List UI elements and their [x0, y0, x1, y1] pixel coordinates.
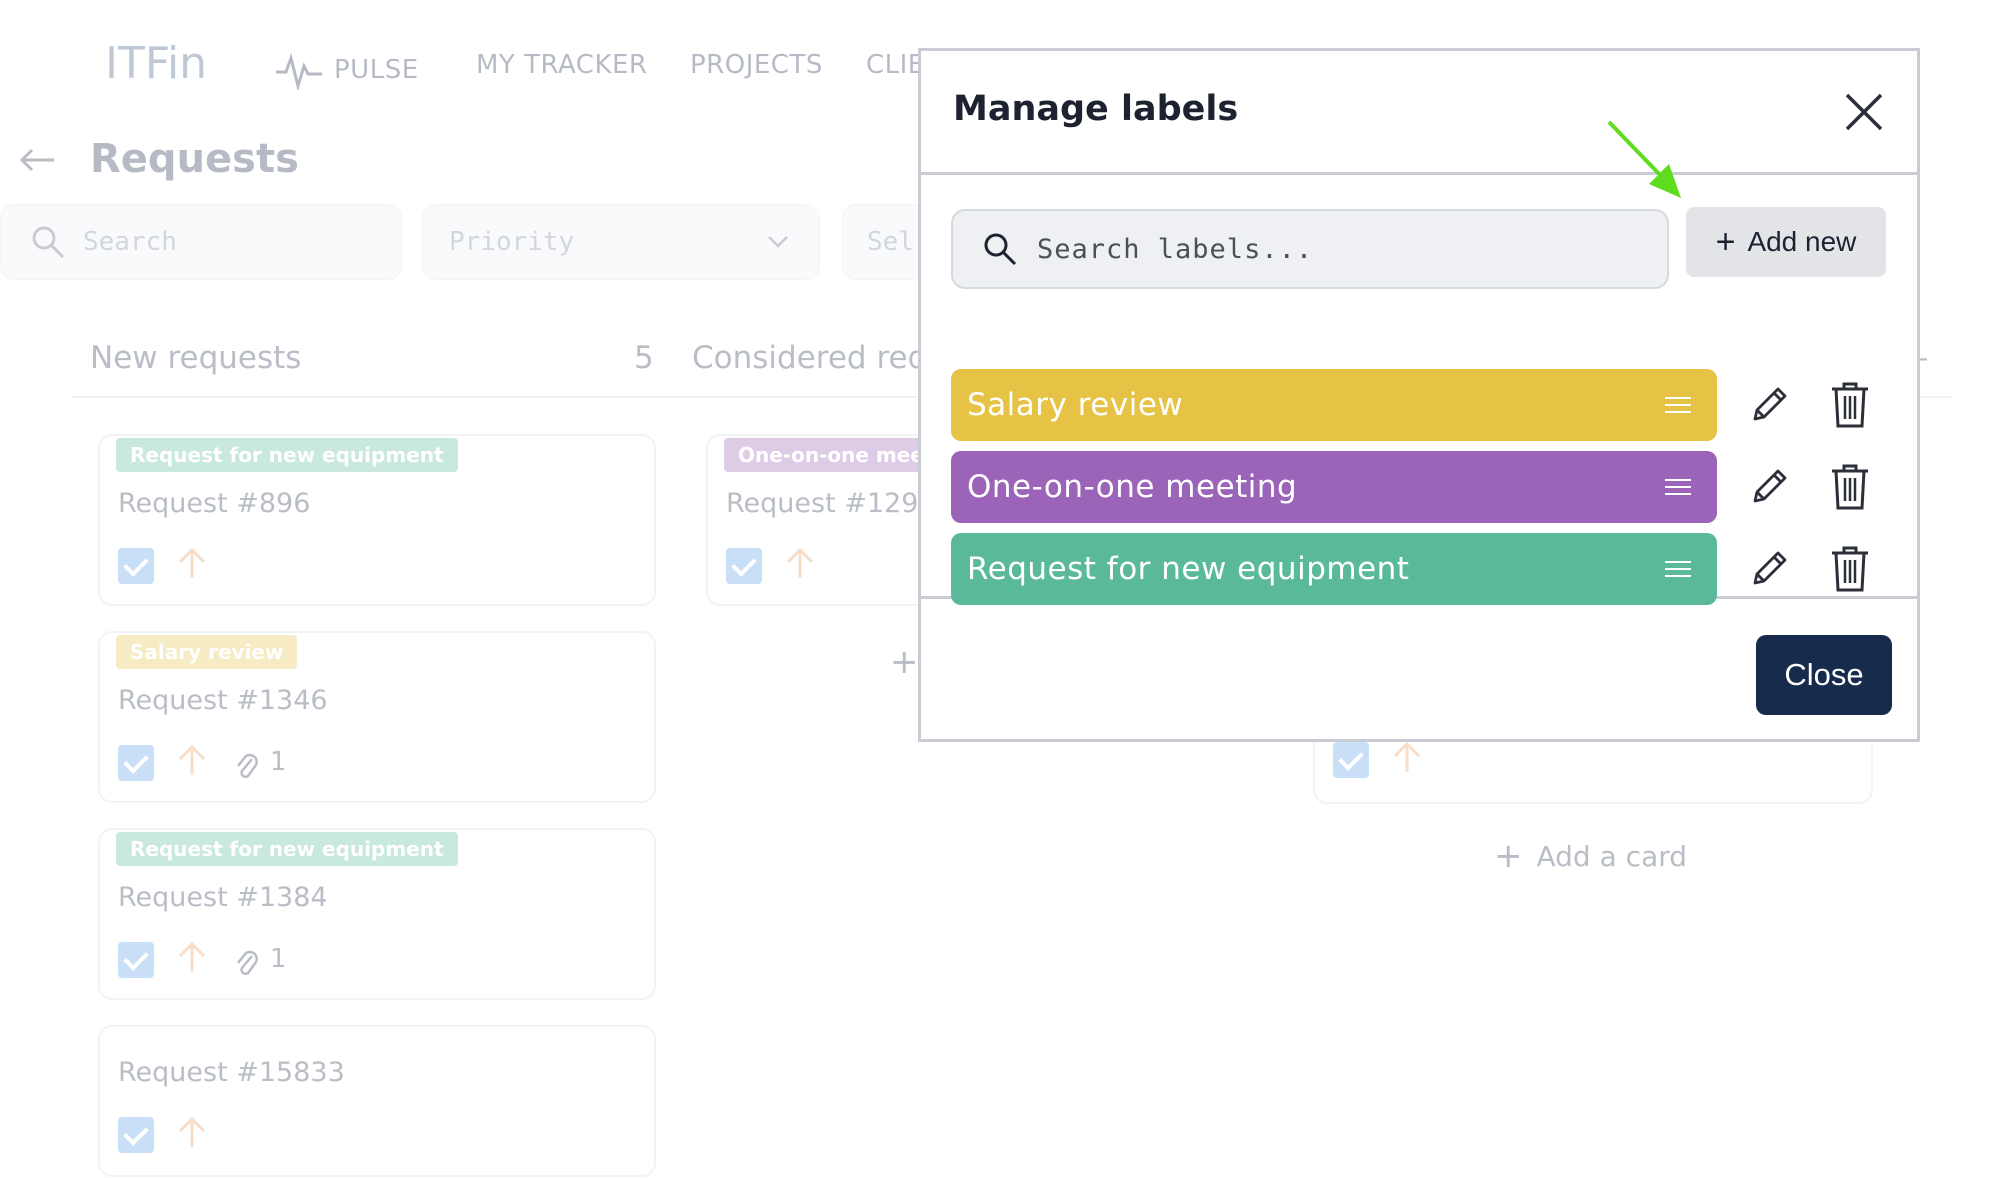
edit-pencil-icon[interactable] — [1747, 465, 1791, 509]
nav-my-tracker[interactable]: MY TRACKER — [476, 50, 648, 80]
dialog-header: Manage labels — [921, 51, 1917, 175]
label-name: Request for new equipment — [967, 551, 1410, 587]
nav-projects[interactable]: PROJECTS — [690, 50, 823, 80]
card-label: One-on-one meeting — [724, 438, 944, 472]
column-count: 5 — [634, 340, 654, 376]
add-card-label: Add a card — [1536, 839, 1688, 873]
request-card[interactable]: Salary review Request #1346 1 — [98, 631, 656, 803]
status-placeholder: Sel — [867, 227, 914, 257]
plus-icon: + — [1494, 836, 1523, 876]
checkbox-icon[interactable] — [118, 942, 154, 978]
priority-up-icon — [178, 547, 206, 578]
card-title: Request #1296 — [726, 488, 936, 519]
checkbox-icon[interactable] — [118, 548, 154, 584]
trash-icon[interactable] — [1829, 381, 1871, 429]
green-pointer-arrow-icon — [1607, 120, 1681, 198]
dialog-title: Manage labels — [953, 89, 1239, 129]
priority-select[interactable]: Priority — [422, 204, 820, 280]
paperclip-icon — [237, 753, 258, 779]
priority-up-icon — [178, 1116, 206, 1147]
request-card[interactable]: Request for new equipment Request #896 — [98, 434, 656, 606]
column-title: Considered requ — [692, 340, 922, 376]
card-title: Request #15833 — [118, 1057, 345, 1088]
request-card[interactable]: Request #15833 — [98, 1025, 656, 1177]
priority-up-icon — [178, 744, 206, 775]
priority-up-icon — [786, 547, 814, 578]
priority-placeholder: Priority — [449, 227, 575, 257]
back-arrow-icon[interactable] — [18, 145, 58, 175]
board-search-input[interactable]: Search — [0, 204, 402, 280]
nav-clients[interactable]: CLIE — [866, 50, 918, 80]
label-pill-request-for-new-equipment[interactable]: Request for new equipment — [951, 533, 1717, 605]
search-icon — [984, 233, 1017, 266]
search-icon — [32, 226, 65, 259]
close-button[interactable]: Close — [1756, 635, 1892, 715]
edit-pencil-icon[interactable] — [1747, 547, 1791, 591]
trash-icon[interactable] — [1829, 545, 1871, 593]
dialog-body: + Add new Salary review One-on-one meeti… — [921, 175, 1917, 605]
add-new-label: Add new — [1747, 226, 1857, 257]
label-search-input[interactable] — [1037, 233, 1637, 265]
pulse-icon — [276, 52, 322, 90]
label-pill-one-on-one-meeting[interactable]: One-on-one meeting — [951, 451, 1717, 523]
add-new-label-button[interactable]: + Add new — [1686, 207, 1886, 277]
attachment-count: 1 — [270, 944, 287, 974]
drag-handle-icon[interactable] — [1665, 479, 1691, 495]
attachment-count: 1 — [270, 747, 287, 777]
app-logo[interactable]: ITFin — [105, 38, 207, 89]
label-row: Request for new equipment — [951, 533, 1869, 605]
card-title: Request #896 — [118, 488, 311, 519]
page-title: Requests — [90, 136, 299, 182]
trash-icon[interactable] — [1829, 463, 1871, 511]
paperclip-icon — [237, 950, 258, 976]
nav-pulse[interactable]: PULSE — [276, 50, 419, 90]
nav-pulse-label: PULSE — [334, 55, 419, 85]
label-search-box[interactable] — [951, 209, 1669, 289]
add-card-button[interactable]: + Add a card — [1494, 836, 1687, 876]
manage-labels-dialog: Manage labels + Add new Salary review On… — [918, 48, 1920, 742]
drag-handle-icon[interactable] — [1665, 397, 1691, 413]
priority-up-icon — [178, 941, 206, 972]
add-card-plus-icon[interactable]: + — [890, 642, 919, 682]
label-row: Salary review — [951, 369, 1869, 441]
edit-pencil-icon[interactable] — [1747, 383, 1791, 427]
drag-handle-icon[interactable] — [1665, 561, 1691, 577]
checkbox-icon[interactable] — [1333, 742, 1369, 778]
label-pill-salary-review[interactable]: Salary review — [951, 369, 1717, 441]
card-title: Request #1384 — [118, 882, 328, 913]
checkbox-icon[interactable] — [118, 1117, 154, 1153]
card-label: Salary review — [116, 635, 298, 669]
checkbox-icon[interactable] — [118, 745, 154, 781]
label-name: One-on-one meeting — [967, 469, 1298, 505]
checkbox-icon[interactable] — [726, 548, 762, 584]
plus-icon: + — [1715, 222, 1736, 261]
board-search-placeholder: Search — [83, 227, 177, 257]
column-title: New requests — [90, 340, 302, 376]
request-card[interactable]: Request for new equipment Request #1384 … — [98, 828, 656, 1000]
card-label: Request for new equipment — [116, 832, 458, 866]
close-icon[interactable] — [1843, 91, 1885, 133]
priority-up-icon — [1393, 741, 1421, 772]
label-name: Salary review — [967, 387, 1184, 423]
chevron-down-icon — [768, 236, 788, 248]
card-title: Request #1346 — [118, 685, 328, 716]
label-row: One-on-one meeting — [951, 451, 1869, 523]
card-label: Request for new equipment — [116, 438, 458, 472]
